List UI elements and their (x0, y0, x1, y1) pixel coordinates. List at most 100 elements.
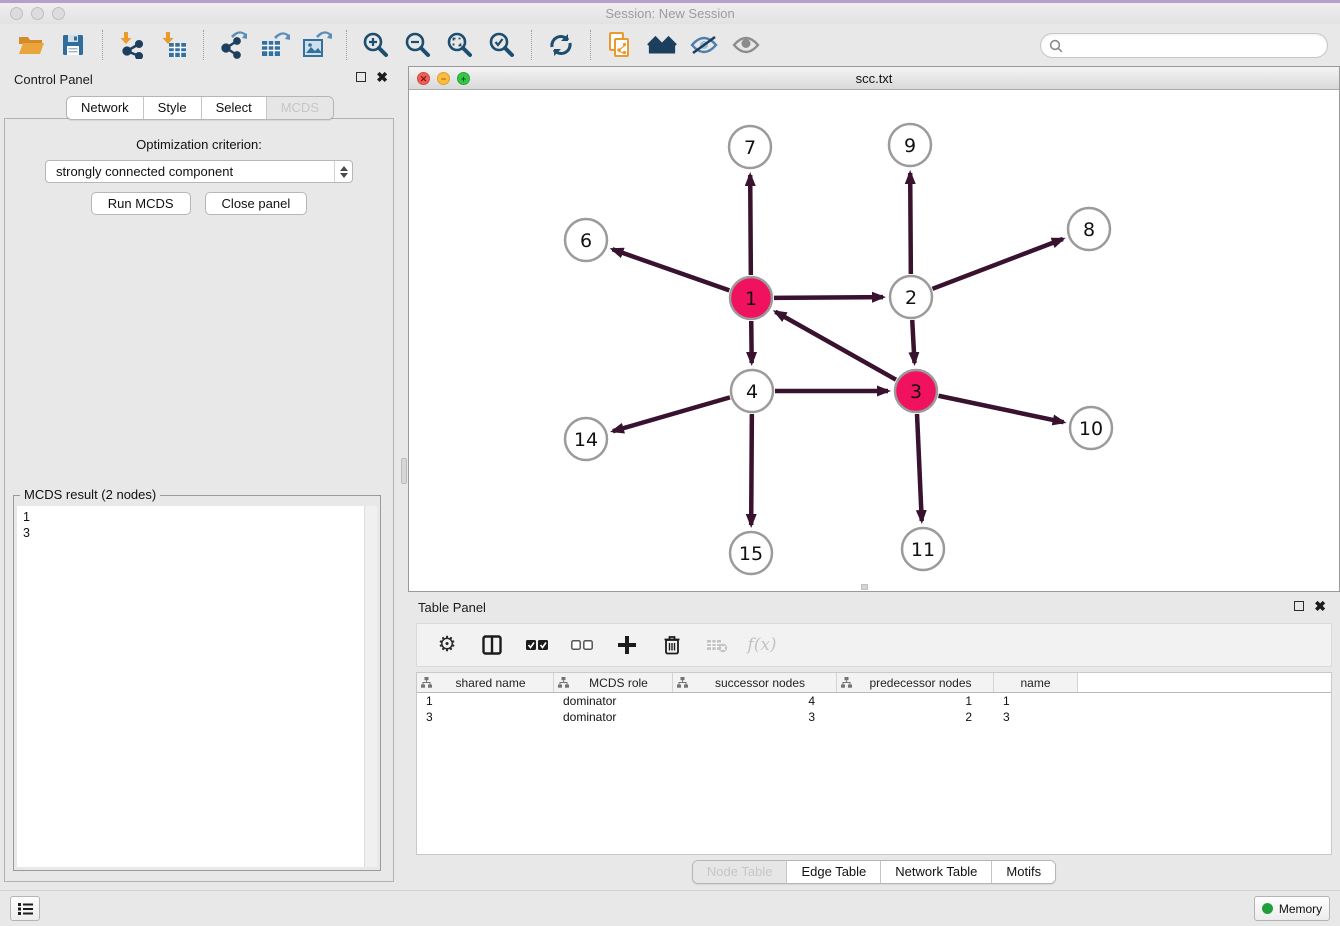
zoom-fit-icon[interactable] (445, 30, 475, 60)
cell-predecessor-nodes[interactable]: 2 (837, 710, 994, 724)
import-table-icon[interactable] (159, 30, 189, 60)
open-folder-icon[interactable] (16, 30, 46, 60)
tab-edge-table[interactable]: Edge Table (786, 861, 880, 883)
float-panel-icon[interactable] (356, 72, 366, 82)
export-image-icon[interactable] (302, 30, 332, 60)
cell-name[interactable]: 3 (994, 710, 1078, 724)
run-mcds-button[interactable]: Run MCDS (91, 192, 191, 215)
column-type-icon (841, 677, 852, 688)
column-layout-icon[interactable] (480, 633, 504, 657)
delete-columns-icon[interactable] (660, 633, 684, 657)
graph-node-4[interactable]: 4 (731, 370, 773, 412)
tab-select[interactable]: Select (201, 97, 266, 119)
column-header-MCDS-role[interactable]: MCDS role (554, 673, 673, 692)
graph-node-14[interactable]: 14 (565, 418, 607, 460)
column-header-predecessor-nodes[interactable]: predecessor nodes (837, 673, 994, 692)
select-all-icon[interactable] (525, 633, 549, 657)
graph-node-7[interactable]: 7 (729, 126, 771, 168)
graph-node-10[interactable]: 10 (1070, 407, 1112, 449)
graph-edge-1-2[interactable] (774, 297, 883, 298)
cell-shared-name[interactable]: 1 (417, 694, 554, 708)
table-row[interactable]: 3dominator323 (417, 709, 1331, 725)
cell-name[interactable]: 1 (994, 694, 1078, 708)
graph-edge-3-1[interactable] (775, 312, 896, 380)
cell-MCDS-role[interactable]: dominator (554, 710, 673, 724)
home-network-icon[interactable] (647, 30, 677, 60)
close-panel-button[interactable]: Close panel (205, 192, 308, 215)
graph-edge-4-14[interactable] (613, 397, 730, 431)
graph-edge-2-9[interactable] (910, 173, 911, 274)
tab-network-table[interactable]: Network Table (880, 861, 991, 883)
optimization-criterion-select[interactable]: strongly connected component (45, 160, 353, 183)
graph-node-6[interactable]: 6 (565, 219, 607, 261)
float-table-panel-icon[interactable] (1294, 601, 1304, 611)
canvas-resize-handle[interactable] (861, 584, 868, 590)
column-header-shared-name[interactable]: shared name (417, 673, 554, 692)
vertical-splitter[interactable] (400, 66, 408, 890)
node-label: 3 (910, 381, 922, 403)
graph-node-3[interactable]: 3 (895, 370, 937, 412)
cell-predecessor-nodes[interactable]: 1 (837, 694, 994, 708)
show-all-icon[interactable] (731, 30, 761, 60)
hide-selected-icon[interactable] (689, 30, 719, 60)
function-builder-icon[interactable]: f(x) (750, 633, 774, 657)
column-header-successor-nodes[interactable]: successor nodes (673, 673, 837, 692)
close-panel-icon[interactable]: ✖ (376, 72, 388, 82)
deselect-all-icon[interactable] (570, 633, 594, 657)
graph-edge-1-6[interactable] (612, 249, 729, 290)
import-network-icon[interactable] (117, 30, 147, 60)
network-window-titlebar[interactable]: ✕ − + scc.txt (409, 67, 1339, 90)
search-input[interactable] (1068, 38, 1327, 53)
tab-style[interactable]: Style (143, 97, 201, 119)
column-type-icon (558, 677, 569, 688)
add-column-icon[interactable] (615, 633, 639, 657)
first-neighbors-icon[interactable] (605, 30, 635, 60)
control-panel-tabbar: NetworkStyleSelectMCDS (0, 96, 400, 120)
toolbar-separator (590, 30, 591, 60)
graph-edge-3-11[interactable] (917, 414, 922, 521)
zoom-out-icon[interactable] (403, 30, 433, 60)
table-row[interactable]: 1dominator411 (417, 693, 1331, 709)
graph-edge-4-15[interactable] (751, 414, 752, 525)
node-label: 10 (1079, 418, 1103, 440)
zoom-selected-icon[interactable] (487, 30, 517, 60)
close-table-panel-icon[interactable]: ✖ (1314, 601, 1326, 611)
graph-node-8[interactable]: 8 (1068, 208, 1110, 250)
graph-node-9[interactable]: 9 (889, 124, 931, 166)
graph-node-11[interactable]: 11 (902, 528, 944, 570)
tab-network[interactable]: Network (67, 97, 143, 119)
graph-node-2[interactable]: 2 (890, 276, 932, 318)
cell-successor-nodes[interactable]: 3 (673, 710, 837, 724)
tab-motifs[interactable]: Motifs (991, 861, 1055, 883)
column-label: name (998, 676, 1073, 690)
column-header-name[interactable]: name (994, 673, 1078, 692)
export-table-icon[interactable] (260, 30, 290, 60)
splitter-handle[interactable] (401, 458, 407, 484)
zoom-in-icon[interactable] (361, 30, 391, 60)
table-settings-icon[interactable]: ⚙ (435, 633, 459, 657)
cell-shared-name[interactable]: 3 (417, 710, 554, 724)
graph-edge-1-7[interactable] (750, 175, 751, 275)
node-label: 1 (745, 288, 757, 310)
cell-MCDS-role[interactable]: dominator (554, 694, 673, 708)
delete-table-icon[interactable] (705, 633, 729, 657)
mcds-result-list[interactable]: 1 3 (17, 506, 377, 867)
search-field[interactable] (1040, 33, 1328, 58)
export-network-icon[interactable] (218, 30, 248, 60)
tab-mcds[interactable]: MCDS (266, 97, 333, 119)
task-history-button[interactable] (10, 896, 40, 921)
result-scrollbar[interactable] (364, 506, 377, 867)
tab-node-table[interactable]: Node Table (693, 861, 787, 883)
graph-node-15[interactable]: 15 (730, 532, 772, 574)
graph-edge-2-3[interactable] (912, 320, 914, 363)
column-label: predecessor nodes (852, 676, 989, 690)
graph-edge-3-10[interactable] (939, 396, 1064, 422)
control-panel-title: Control Panel (14, 72, 93, 87)
graph-node-1[interactable]: 1 (730, 277, 772, 319)
memory-button[interactable]: Memory (1254, 896, 1330, 921)
apply-layout-icon[interactable] (546, 30, 576, 60)
network-canvas[interactable]: 7 9 6 8 1 2 4 3 14 10 15 11 (409, 90, 1339, 591)
graph-edge-2-8[interactable] (932, 239, 1062, 289)
cell-successor-nodes[interactable]: 4 (673, 694, 837, 708)
save-icon[interactable] (58, 30, 88, 60)
